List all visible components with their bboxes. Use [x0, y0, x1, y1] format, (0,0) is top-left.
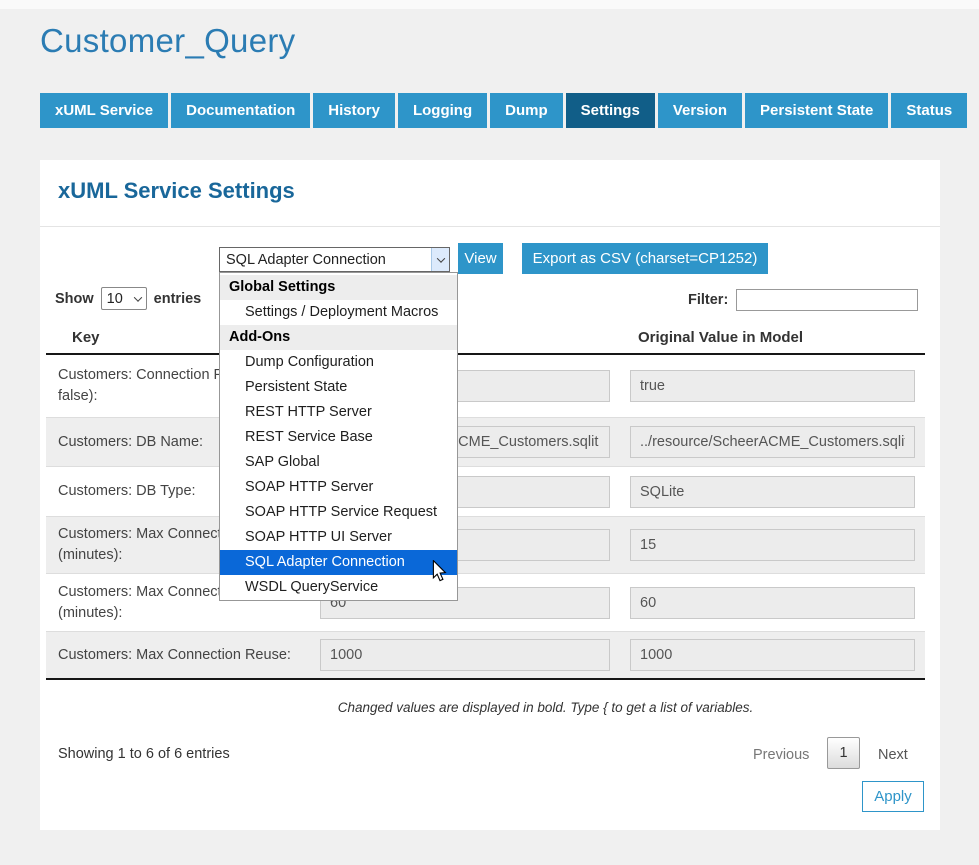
- table-row: Customers: Max Connection Age (minutes):: [46, 516, 925, 573]
- pagination-next[interactable]: Next: [878, 747, 908, 763]
- pagination-previous[interactable]: Previous: [753, 747, 809, 763]
- tab[interactable]: History: [313, 93, 395, 128]
- apply-button[interactable]: Apply: [862, 781, 924, 812]
- tab[interactable]: Persistent State: [745, 93, 888, 128]
- table-row: Customers: Connection Pooling (true/ fal…: [46, 355, 925, 417]
- filter-control: Filter:: [688, 289, 918, 311]
- settings-table: Customers: Connection Pooling (true/ fal…: [46, 355, 925, 678]
- panel-heading: xUML Service Settings: [58, 178, 295, 204]
- table-row: Customers: DB Name:: [46, 417, 925, 466]
- setting-category-select[interactable]: SQL Adapter Connection: [219, 247, 450, 272]
- page-size-select[interactable]: 10: [101, 287, 147, 310]
- dropdown-item[interactable]: REST Service Base: [220, 425, 457, 450]
- dropdown-item[interactable]: Dump Configuration: [220, 350, 457, 375]
- showing-entries-text: Showing 1 to 6 of 6 entries: [58, 746, 230, 762]
- dropdown-item[interactable]: REST HTTP Server: [220, 400, 457, 425]
- page-title: Customer_Query: [40, 22, 295, 60]
- mouse-cursor-icon: [432, 560, 447, 582]
- original-value-input: [630, 370, 915, 402]
- page-size-value: 10: [107, 291, 123, 307]
- pagination-page-1[interactable]: 1: [827, 737, 860, 769]
- entries-label: entries: [154, 291, 202, 307]
- page-size-control: Show 10 entries: [55, 287, 201, 310]
- table-row: Customers: Max Connection Reuse:: [46, 631, 925, 678]
- dropdown-item[interactable]: SAP Global: [220, 450, 457, 475]
- export-csv-button[interactable]: Export as CSV (charset=CP1252): [522, 243, 768, 274]
- dropdown-item[interactable]: WSDL QueryService: [220, 575, 457, 600]
- dropdown-item[interactable]: Global Settings: [220, 275, 457, 300]
- original-value-cell: [630, 476, 925, 508]
- hint-note: Changed values are displayed in bold. Ty…: [46, 700, 925, 715]
- dropdown-item[interactable]: Persistent State: [220, 375, 457, 400]
- heading-divider: [40, 226, 940, 227]
- column-header-original-value: Original Value in Model: [638, 329, 803, 346]
- setting-value-input[interactable]: [320, 639, 610, 671]
- original-value-cell: [630, 426, 925, 458]
- original-value-cell: [630, 587, 925, 619]
- dropdown-item[interactable]: SOAP HTTP Server: [220, 475, 457, 500]
- setting-category-value: SQL Adapter Connection: [220, 252, 431, 268]
- chevron-down-icon: [133, 293, 141, 301]
- tab[interactable]: Dump: [490, 93, 563, 128]
- original-value-input: [630, 529, 915, 561]
- page: Customer_Query xUML ServiceDocumentation…: [0, 0, 979, 865]
- original-value-input: [630, 587, 915, 619]
- original-value-input: [630, 426, 915, 458]
- setting-key: Customers: Max Connection Reuse:: [46, 645, 320, 666]
- table-row: Customers: Max Connection Idle Time (min…: [46, 573, 925, 631]
- column-header-key: Key: [72, 329, 100, 346]
- dropdown-item[interactable]: SOAP HTTP Service Request: [220, 500, 457, 525]
- tab[interactable]: Version: [658, 93, 742, 128]
- original-value-cell: [630, 529, 925, 561]
- original-value-input: [630, 639, 915, 671]
- original-value-cell: [630, 639, 925, 671]
- top-strip: [0, 0, 979, 9]
- tab[interactable]: xUML Service: [40, 93, 168, 128]
- original-value-cell: [630, 370, 925, 402]
- dropdown-item[interactable]: SQL Adapter Connection: [220, 550, 457, 575]
- setting-value-cell: [320, 639, 630, 671]
- tab[interactable]: Documentation: [171, 93, 310, 128]
- settings-panel: xUML Service Settings SQL Adapter Connec…: [40, 160, 940, 830]
- filter-label: Filter:: [688, 292, 728, 308]
- table-bottom-rule: [46, 678, 925, 680]
- table-row: Customers: DB Type:: [46, 466, 925, 516]
- original-value-input: [630, 476, 915, 508]
- dropdown-item[interactable]: SOAP HTTP UI Server: [220, 525, 457, 550]
- tab[interactable]: Status: [891, 93, 967, 128]
- filter-input[interactable]: [736, 289, 918, 311]
- dropdown-item[interactable]: Settings / Deployment Macros: [220, 300, 457, 325]
- tab-bar: xUML ServiceDocumentationHistoryLoggingD…: [40, 93, 967, 128]
- dropdown-item[interactable]: Add-Ons: [220, 325, 457, 350]
- category-dropdown-list: Global SettingsSettings / Deployment Mac…: [219, 272, 458, 601]
- show-label: Show: [55, 291, 94, 307]
- tab[interactable]: Settings: [566, 93, 655, 128]
- view-button[interactable]: View: [458, 243, 503, 274]
- chevron-down-icon: [431, 248, 449, 271]
- tab[interactable]: Logging: [398, 93, 487, 128]
